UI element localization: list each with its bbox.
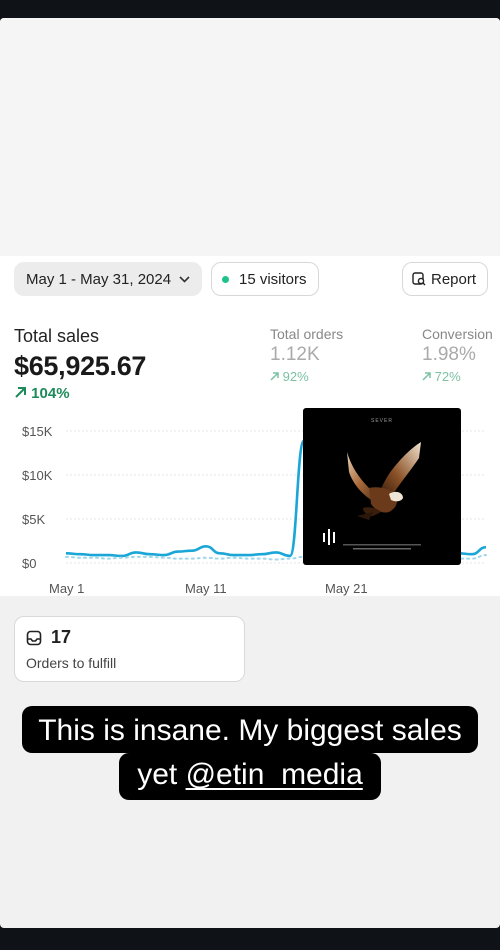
- y-tick-label: $15K: [22, 424, 53, 439]
- trend-up-icon: [422, 369, 435, 384]
- live-dot-icon: [222, 275, 229, 283]
- audio-wave-icon: [323, 529, 335, 545]
- report-label: Report: [431, 270, 477, 288]
- caption-line-2: yet @etin_media: [119, 753, 381, 800]
- story-frame: May 1 - May 31, 2024 15 visitors Report …: [0, 18, 500, 928]
- trend-up-icon: [270, 369, 283, 384]
- total-sales-value: $65,925.67: [14, 351, 147, 381]
- inbox-icon: [26, 630, 42, 651]
- date-range-label: May 1 - May 31, 2024: [26, 270, 172, 288]
- report-search-icon: [412, 272, 426, 286]
- eagle-photo-sticker[interactable]: SEVER: [303, 408, 461, 565]
- bottom-bar: [0, 928, 500, 950]
- orders-to-fulfill-card[interactable]: 17 Orders to fulfill: [14, 616, 245, 682]
- conversion-change: 72%: [422, 369, 493, 384]
- total-orders-change: 92%: [270, 369, 343, 384]
- conversion-change-value: 72%: [434, 369, 461, 384]
- total-orders-metric[interactable]: Total orders 1.12K 92%: [270, 326, 343, 384]
- conversion-value: 1.98%: [422, 344, 476, 365]
- total-orders-value: 1.12K: [270, 344, 320, 365]
- y-tick-label: $5K: [22, 512, 45, 527]
- fulfill-count: 17: [51, 627, 72, 647]
- story-caption: This is insane. My biggest sales yet @et…: [0, 706, 500, 800]
- total-sales-change: 104%: [14, 385, 146, 402]
- total-orders-change-value: 92%: [282, 369, 309, 384]
- total-sales-metric[interactable]: Total sales $65,925.67 104%: [14, 326, 146, 402]
- live-visitors-badge[interactable]: 15 visitors: [211, 262, 319, 296]
- mention-link[interactable]: @etin_media: [186, 758, 363, 791]
- y-tick-label: $10K: [22, 468, 53, 483]
- trend-up-icon: [14, 385, 31, 402]
- total-sales-change-value: 104%: [31, 385, 70, 402]
- chevron-down-icon: [179, 272, 190, 286]
- fulfill-label: Orders to fulfill: [26, 655, 117, 671]
- caption-prefix: yet: [137, 758, 186, 791]
- total-sales-label: Total sales: [14, 326, 100, 346]
- conversion-metric[interactable]: Conversion 1.98% 72%: [422, 326, 493, 384]
- x-tick-label: May 11: [185, 581, 227, 596]
- conversion-label: Conversion: [422, 326, 493, 342]
- analytics-card: May 1 - May 31, 2024 15 visitors Report …: [0, 256, 500, 596]
- visitors-label: 15 visitors: [239, 270, 307, 288]
- report-button[interactable]: Report: [402, 262, 488, 296]
- total-orders-label: Total orders: [270, 326, 344, 342]
- x-tick-label: May 21: [325, 581, 368, 596]
- blank-header-area: [0, 18, 500, 256]
- y-tick-label: $0: [22, 556, 36, 571]
- date-range-selector[interactable]: May 1 - May 31, 2024: [14, 262, 202, 296]
- sticker-title: SEVER: [371, 418, 393, 424]
- x-tick-label: May 1: [49, 581, 84, 596]
- caption-line-1: This is insane. My biggest sales: [22, 706, 478, 753]
